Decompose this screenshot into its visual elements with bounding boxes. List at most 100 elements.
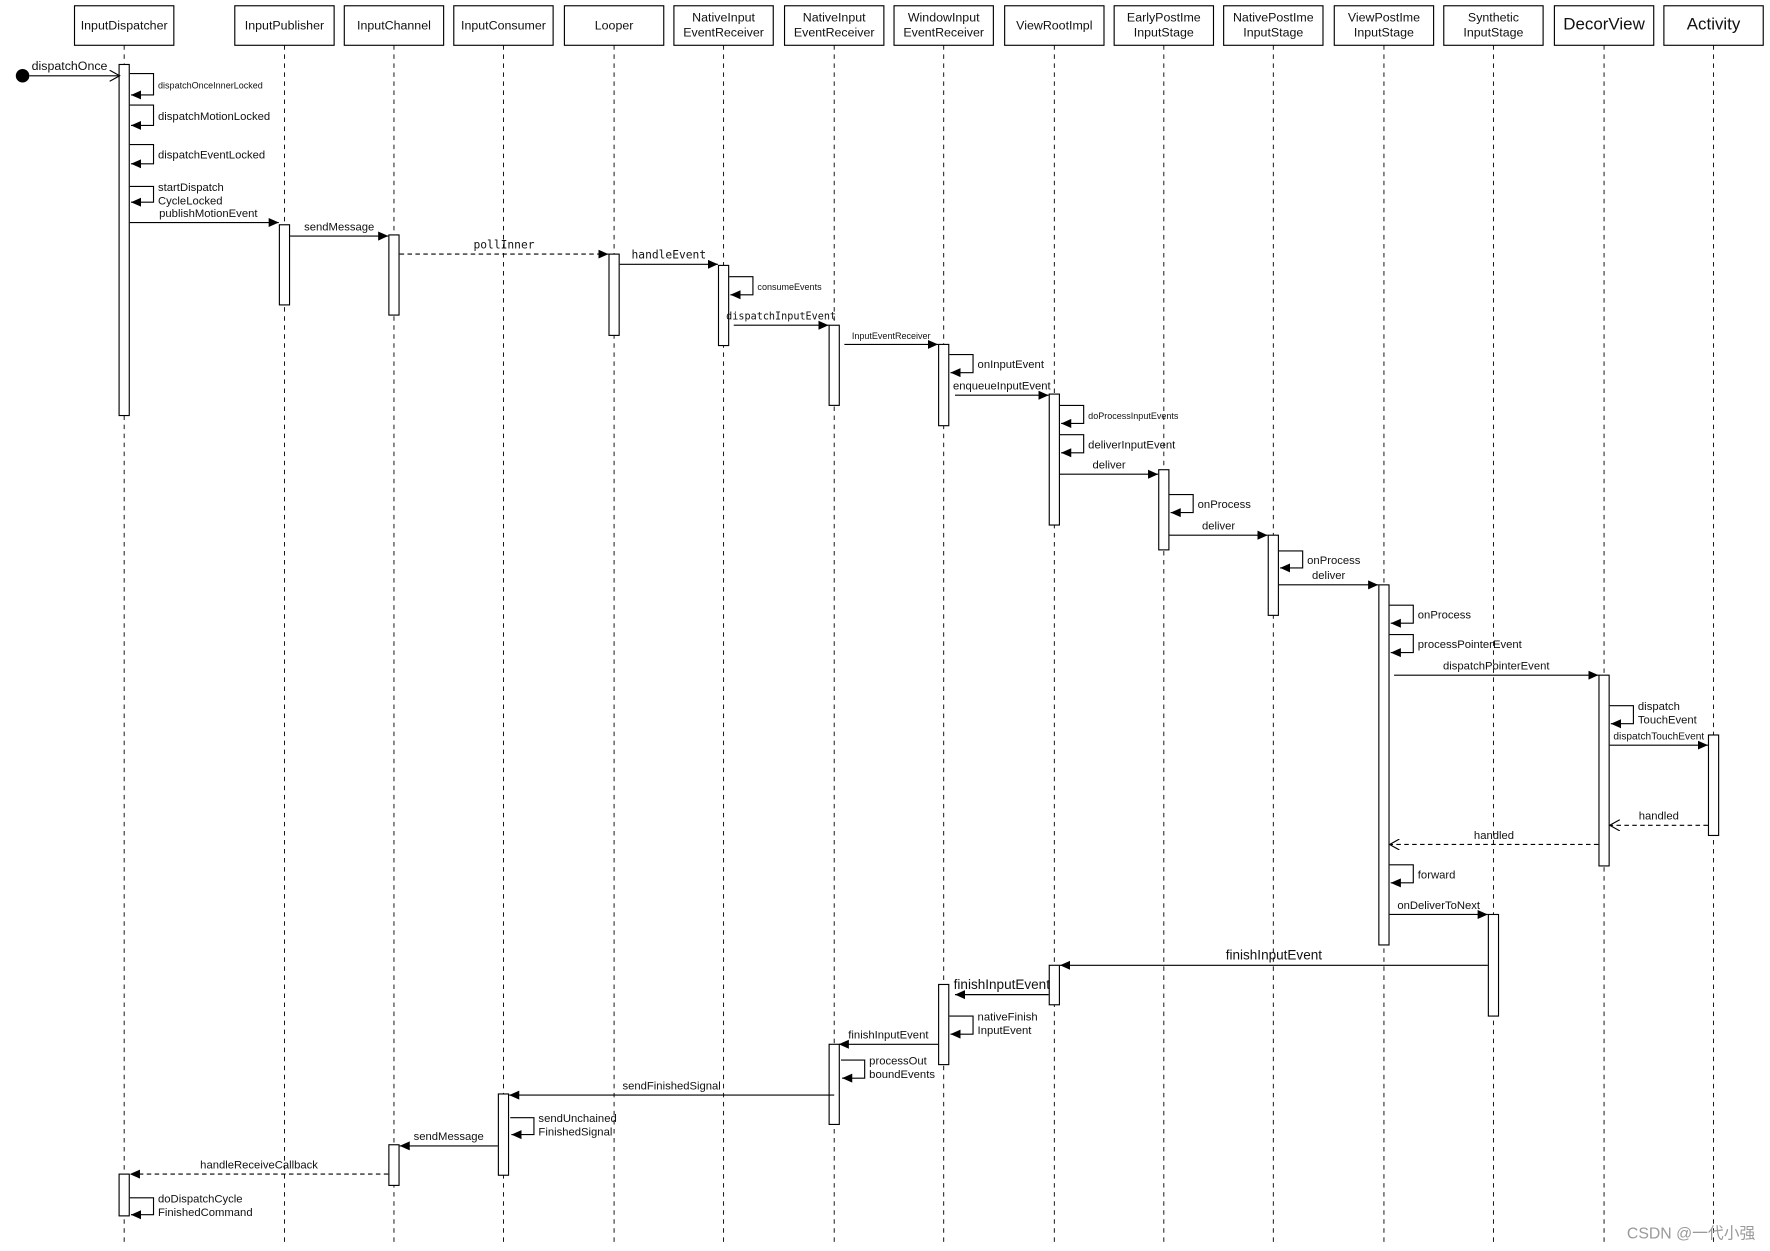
self-call-arrow xyxy=(510,1117,535,1140)
self-call-arrow xyxy=(1389,864,1414,888)
message-deliver: deliver xyxy=(1169,521,1268,540)
self-call-do-process-input-events: doProcessInputEvents xyxy=(1059,404,1179,428)
self-call-label: dispatch TouchEvent xyxy=(1638,701,1698,727)
message-publish-motion-event: publishMotionEvent xyxy=(129,208,279,228)
participant-decorview: DecorView xyxy=(1553,5,1655,1242)
participant-label: InputChannel xyxy=(357,18,431,32)
message-send-message: sendMessage xyxy=(290,221,389,241)
self-call-label: dispatchEventLocked xyxy=(158,150,265,162)
self-call-native-finish-input-event: nativeFinish InputEvent xyxy=(949,1012,1038,1039)
self-call-dispatch-touch-event: dispatch TouchEvent xyxy=(1609,701,1698,729)
self-call-arrow xyxy=(129,1197,155,1220)
message-label: InputEventReceiver xyxy=(852,331,931,341)
self-call-label: processOut boundEvents xyxy=(869,1056,935,1082)
participant-syntheticinputstage: Synthetic InputStage xyxy=(1443,5,1544,1242)
message-label: finishInputEvent xyxy=(1226,948,1323,963)
self-call-send-unchained-finished-signal: sendUnchained FinishedSignal xyxy=(510,1113,617,1140)
self-call-arrow xyxy=(729,276,754,300)
activation-bar xyxy=(717,264,730,347)
self-call-arrow xyxy=(1278,550,1304,573)
message-enqueue-input-event: enqueueInputEvent xyxy=(953,381,1052,400)
participant-label: InputConsumer xyxy=(461,18,546,32)
message-label: deliver xyxy=(1312,570,1345,582)
participant-inputpublisher: InputPublisher xyxy=(234,5,335,1242)
self-call-label: deliverInputEvent xyxy=(1088,439,1176,451)
participant-label: NativePostIme InputStage xyxy=(1233,11,1314,40)
self-call-do-dispatch-cycle-finished-command: doDispatchCycle FinishedCommand xyxy=(129,1193,253,1220)
message-handle-receive-callback: handleReceiveCallback xyxy=(129,1159,389,1179)
message-handled: handled xyxy=(1610,811,1708,826)
sequence-diagram: InputDispatcher InputPublisher InputChanne… xyxy=(0,0,1770,1251)
participant-label: Synthetic InputStage xyxy=(1463,11,1523,40)
activation-bar xyxy=(1707,734,1720,837)
self-call-label: forward xyxy=(1418,869,1456,881)
self-call-label: doProcessInputEvents xyxy=(1088,411,1179,421)
participant-nativeinputeventreceiver: NativeInput EventReceiver xyxy=(673,5,774,1242)
activation-bar xyxy=(1048,393,1060,526)
message-label: deliver xyxy=(1092,460,1125,472)
self-call-arrow xyxy=(1609,705,1634,729)
participant-viewrootimpl: ViewRootImpl xyxy=(1004,5,1105,1242)
participant-inputconsumer: InputConsumer xyxy=(453,5,554,1242)
message-label: handleReceiveCallback xyxy=(200,1159,318,1171)
message-finish-input-event: finishInputEvent xyxy=(954,977,1051,1000)
self-call-consume-events: consumeEvents xyxy=(729,276,822,300)
activation-bar xyxy=(118,63,130,417)
message-label: finishInputEvent xyxy=(954,977,1051,992)
message-dispatch-input-event: dispatchInputEvent xyxy=(726,312,836,330)
self-call-arrow xyxy=(129,72,155,100)
participant-label: Activity xyxy=(1687,14,1741,33)
self-call-arrow xyxy=(840,1059,866,1083)
message-on-deliver-to-next: onDeliverToNext xyxy=(1389,900,1488,919)
message-label: publishMotionEvent xyxy=(159,208,258,220)
message-label: handled xyxy=(1639,811,1679,823)
message-dispatch-pointer-event: dispatchPointerEvent xyxy=(1394,661,1599,680)
message-deliver: deliver xyxy=(1278,570,1379,590)
message-label: dispatchPointerEvent xyxy=(1443,661,1550,673)
self-call-deliver-input-event: deliverInputEvent xyxy=(1059,434,1176,458)
self-call-on-process: onProcess xyxy=(1278,550,1361,573)
self-call-start-dispatch-cycle-locked: startDispatch CycleLocked xyxy=(129,182,224,207)
self-call-arrow xyxy=(1169,493,1194,518)
self-call-label: doDispatchCycle FinishedCommand xyxy=(158,1193,253,1219)
participant-label: NativeInput EventReceiver xyxy=(794,11,875,40)
participant-label: EarlyPostIme InputStage xyxy=(1127,11,1201,40)
participant-label: ViewRootImpl xyxy=(1016,18,1092,32)
message-poll-inner: pollInner xyxy=(399,238,609,259)
message-handle-event: handleEvent xyxy=(619,249,718,269)
self-call-forward: forward xyxy=(1389,864,1456,888)
activation-bar xyxy=(1048,964,1060,1006)
participant-label: InputDispatcher xyxy=(81,18,168,32)
message-label: sendFinishedSignal xyxy=(622,1080,720,1092)
self-call-arrow xyxy=(129,104,155,130)
activation-bar xyxy=(1598,674,1610,867)
participant-label: NativeInput EventReceiver xyxy=(683,11,764,40)
message-label: enqueueInputEvent xyxy=(953,381,1052,393)
message-label: dispatchInputEvent xyxy=(726,312,836,323)
self-call-arrow xyxy=(1059,404,1085,428)
participant-activity: Activity xyxy=(1663,5,1764,1242)
self-call-label: nativeFinish InputEvent xyxy=(978,1012,1038,1038)
message-send-message: sendMessage xyxy=(399,1131,498,1151)
self-call-arrow xyxy=(949,1015,974,1039)
self-call-arrow xyxy=(949,354,974,378)
participant-inputchannel: InputChannel xyxy=(343,5,445,1242)
sequence-diagram-canvas: InputDispatcher InputPublisher InputChanne… xyxy=(15,5,1764,1242)
self-call-dispatch-motion-locked: dispatchMotionLocked xyxy=(129,104,270,130)
participant-looper: Looper xyxy=(563,5,665,1242)
message-handled: handled xyxy=(1390,830,1599,845)
message-label: sendMessage xyxy=(304,221,374,233)
self-call-arrow xyxy=(129,144,155,169)
participant-label: ViewPostIme InputStage xyxy=(1348,11,1420,40)
message-label: dispatchOnce xyxy=(32,59,108,73)
activation-bar xyxy=(1487,913,1500,1017)
message-label: finishInputEvent xyxy=(848,1030,929,1042)
self-call-on-input-event: onInputEvent xyxy=(949,354,1045,378)
participant-earlypostimeinputstage: EarlyPostIme InputStage xyxy=(1113,5,1215,1242)
self-call-process-outbound-events: processOut boundEvents xyxy=(840,1056,935,1083)
message-label: dispatchTouchEvent xyxy=(1613,732,1704,743)
self-call-label: onProcess xyxy=(1198,499,1252,511)
activation-bar xyxy=(828,324,840,406)
activation-bar xyxy=(278,224,291,306)
activation-bar xyxy=(828,1043,840,1126)
